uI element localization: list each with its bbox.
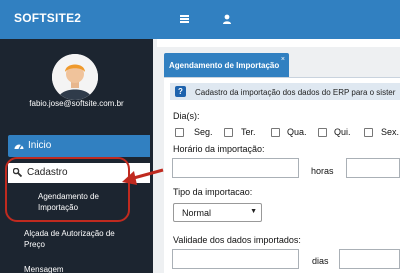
checkbox-label: Qui. (334, 127, 351, 137)
time-hours-input[interactable] (172, 158, 299, 178)
annotation-arrow-icon (122, 168, 164, 185)
days-unit-label: dias (312, 256, 329, 266)
checkbox-sex[interactable] (364, 128, 373, 137)
menu-icon[interactable] (180, 15, 189, 23)
submenu-mensagem[interactable]: Mensagem (24, 264, 64, 275)
info-icon: ? (175, 86, 186, 97)
dashboard-icon (14, 144, 24, 150)
close-icon[interactable]: × (281, 56, 285, 63)
sidebar-item-inicio[interactable]: Inicio (8, 135, 150, 157)
checkbox-label: Seg. (194, 127, 213, 137)
annotation-highlight (5, 157, 130, 222)
sidebar: fabio.jose@softsite.com.br Inicio Cadast… (0, 39, 153, 275)
content-top-strip (157, 39, 400, 47)
brand-title: SOFTSITE2 (14, 11, 82, 25)
checkbox-label: Qua. (287, 127, 307, 137)
user-avatar (52, 54, 98, 100)
validity-extra-input[interactable] (339, 249, 400, 269)
type-select[interactable]: Normal ▼ (173, 203, 262, 222)
top-bar: SOFTSITE2 (0, 0, 400, 39)
time-label: Horário da importação: (173, 144, 265, 154)
checkbox-label: Sex. (381, 127, 400, 137)
checkbox-ter[interactable] (224, 128, 233, 137)
user-icon[interactable] (222, 14, 232, 24)
chevron-down-icon: ▼ (250, 208, 257, 215)
time-minutes-input[interactable] (346, 158, 400, 178)
type-select-value: Normal (182, 208, 212, 218)
checkbox-label: Ter. (241, 127, 256, 137)
submenu-alcada[interactable]: Alçada de Autorização de Preço (24, 228, 115, 250)
tab-label: Agendamento de Importação (169, 61, 280, 70)
sidebar-item-label: Inicio (28, 140, 52, 151)
checkbox-qui[interactable] (318, 128, 327, 137)
checkbox-seg[interactable] (175, 128, 184, 137)
validity-label: Validade dos dados importados: (173, 235, 301, 245)
tab-agendamento[interactable]: Agendamento de Importação × (164, 53, 289, 77)
info-text: Cadastro da importação dos dados do ERP … (195, 88, 396, 97)
days-label: Dia(s): (173, 111, 200, 121)
type-label: Tipo da importacao: (173, 187, 253, 197)
user-email: fabio.jose@softsite.com.br (29, 99, 124, 108)
checkbox-qua[interactable] (271, 128, 280, 137)
hours-label: horas (311, 166, 334, 176)
validity-input[interactable] (172, 249, 299, 269)
